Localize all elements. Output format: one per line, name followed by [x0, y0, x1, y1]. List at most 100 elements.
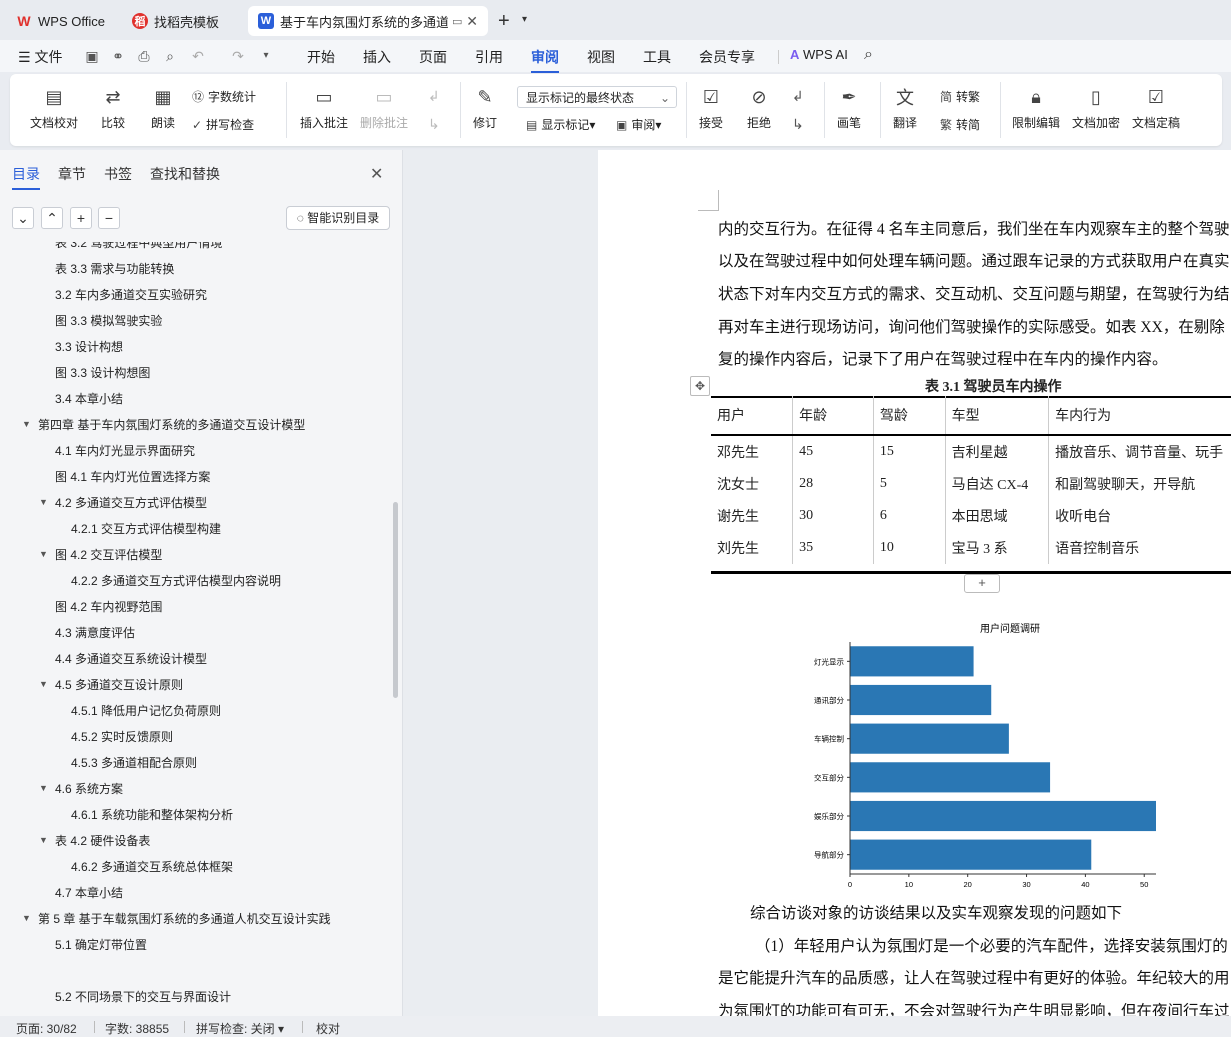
menu-tools[interactable]: 工具 — [643, 47, 671, 67]
pen-button[interactable]: ✒ 画笔 — [836, 84, 862, 131]
table-header-cell[interactable]: 车型 — [944, 396, 1049, 436]
table-cell[interactable]: 30 — [792, 500, 874, 532]
table-cell[interactable]: 刘先生 — [711, 532, 793, 564]
toc-item[interactable]: 图 3.3 模拟驾驶实验 — [55, 312, 162, 329]
menu-insert[interactable]: 插入 — [363, 47, 391, 67]
toc-item[interactable]: 4.2.1 交互方式评估模型构建 — [71, 520, 221, 537]
toc-item[interactable]: 4.7 本章小结 — [55, 884, 123, 901]
prev-change-icon[interactable]: ↲ — [792, 88, 804, 105]
menu-start[interactable]: 开始 — [307, 47, 335, 67]
new-tab-plus-icon[interactable]: + — [498, 10, 510, 33]
menu-review[interactable]: 审阅 — [531, 47, 559, 73]
table-cell[interactable]: 谢先生 — [711, 500, 793, 532]
toc-item[interactable]: 表 4.2 硬件设备表 — [55, 832, 150, 849]
translate-button[interactable]: 文翻译 — [892, 84, 918, 131]
table-cell[interactable]: 28 — [792, 468, 874, 500]
table-cell[interactable]: 6 — [872, 500, 946, 532]
tab-current-document[interactable]: W 基于车内氛围灯系统的多通道/ ▭ ✕ — [248, 6, 488, 36]
undo-icon[interactable]: ↶ — [190, 48, 206, 64]
collapse-down-icon[interactable]: ⌄ — [12, 207, 34, 229]
nav-tab-bookmarks[interactable]: 书签 — [104, 164, 132, 184]
prev-comment-icon[interactable]: ↲ — [428, 88, 440, 105]
close-tab-icon[interactable]: ✕ — [466, 13, 478, 30]
proofread-status[interactable]: 校对 — [316, 1020, 340, 1037]
table-cell[interactable]: 沈女士 — [711, 468, 793, 500]
proofread-button[interactable]: ▤ 文档校对 — [30, 84, 78, 131]
toc-expand-chevron-icon[interactable]: ▼ — [39, 835, 48, 845]
finalize-button[interactable]: ☑ 文档定稿 — [1132, 84, 1180, 131]
toc-item[interactable]: 4.5.1 降低用户记忆负荷原则 — [71, 702, 221, 719]
toc-scrollbar[interactable] — [393, 502, 398, 698]
delete-comment-button[interactable]: ▭ 删除批注 — [360, 84, 408, 131]
toc-item[interactable]: 4.6.1 系统功能和整体架构分析 — [71, 806, 233, 823]
accept-button[interactable]: ☑ 接受 — [698, 84, 724, 131]
toc-expand-chevron-icon[interactable]: ▼ — [39, 679, 48, 689]
table-move-handle-icon[interactable]: ✥ — [690, 376, 710, 396]
link-icon[interactable]: ⚭ — [110, 48, 126, 64]
remove-level-icon[interactable]: − — [98, 207, 120, 229]
toc-item[interactable]: 3.2 车内多通道交互实验研究 — [55, 286, 207, 303]
toc-item[interactable]: 3.4 本章小结 — [55, 390, 123, 407]
insert-comment-button[interactable]: ▭ 插入批注 — [300, 84, 348, 131]
toc-item[interactable]: 4.4 多通道交互系统设计模型 — [55, 650, 207, 667]
wps-ai-button[interactable]: A WPS AI — [790, 47, 848, 62]
tab-daoke-template[interactable]: 稻 找稻壳模板 — [122, 6, 242, 36]
print-preview-icon[interactable]: ⌕ — [162, 48, 178, 64]
search-icon[interactable]: ⌕ — [864, 46, 873, 64]
menu-member[interactable]: 会员专享 — [699, 47, 755, 67]
close-pane-icon[interactable]: ✕ — [370, 164, 383, 184]
table-cell[interactable]: 宝马 3 系 — [944, 532, 1049, 564]
table-header-cell[interactable]: 驾龄 — [872, 396, 946, 436]
spell-check-button[interactable]: ✓ 拼写检查 — [192, 116, 254, 133]
toc-item[interactable]: 5.1 确定灯带位置 — [55, 936, 147, 953]
toc-item[interactable]: 4.2 多通道交互方式评估模型 — [55, 494, 207, 511]
toc-item[interactable]: 4.3 满意度评估 — [55, 624, 135, 641]
toc-item[interactable]: 3.3 设计构想 — [55, 338, 123, 355]
toc-item[interactable]: 图 3.3 设计构想图 — [55, 364, 150, 381]
table-header-cell[interactable]: 年龄 — [792, 396, 874, 436]
toc-item[interactable]: 表 3.2 驾驶过程中典型用户情境 — [55, 242, 222, 251]
toc-item[interactable]: 4.6.2 多通道交互系统总体框架 — [71, 858, 233, 875]
toc-item[interactable]: 4.5 多通道交互设计原则 — [55, 676, 183, 693]
menu-page[interactable]: 页面 — [419, 47, 447, 67]
driver-operations-table[interactable]: 用户 年龄 驾龄 车型 车内行为 邓先生 45 15 吉利星越 播放音乐、调节音… — [711, 396, 1231, 564]
monitor-icon[interactable]: ▭ — [452, 15, 462, 28]
quick-access-chevron-down-icon[interactable]: ▾ — [258, 48, 274, 64]
menu-view[interactable]: 视图 — [587, 47, 615, 67]
toc-item[interactable]: 4.5.3 多通道相配合原则 — [71, 754, 197, 771]
table-cell[interactable]: 5 — [872, 468, 946, 500]
toc-item[interactable]: 5.2 不同场景下的交互与界面设计 — [55, 988, 231, 1005]
table-cell[interactable]: 和副驾驶聊天，开导航 — [1048, 468, 1231, 500]
read-aloud-button[interactable]: ▦ 朗读 — [150, 84, 176, 131]
smart-toc-button[interactable]: ◌ 智能识别目录 — [286, 206, 390, 230]
reject-button[interactable]: ⊘ 拒绝 — [746, 84, 772, 131]
file-menu[interactable]: ☰ 文件 — [18, 47, 62, 67]
next-change-icon[interactable]: ↳ — [792, 116, 804, 133]
toc-item[interactable]: 图 4.2 交互评估模型 — [55, 546, 162, 563]
table-cell[interactable]: 邓先生 — [711, 435, 793, 468]
toc-expand-chevron-icon[interactable]: ▼ — [22, 419, 31, 429]
toc-expand-chevron-icon[interactable]: ▼ — [39, 783, 48, 793]
toc-item[interactable]: 第 5 章 基于车载氛围灯系统的多通道人机交互设计实践 — [38, 910, 331, 927]
toc-item[interactable]: 表 3.3 需求与功能转换 — [55, 260, 174, 277]
word-count-button[interactable]: ⑫ 字数统计 — [192, 88, 256, 105]
tab-list-chevron-down-icon[interactable]: ▾ — [522, 14, 527, 25]
add-level-icon[interactable]: + — [70, 207, 92, 229]
table-cell[interactable]: 播放音乐、调节音量、玩手 — [1048, 435, 1231, 468]
track-changes-button[interactable]: ✎ 修订 — [472, 84, 498, 131]
add-table-row-button[interactable]: + — [964, 574, 1000, 593]
toc-item[interactable]: 图 4.2 车内视野范围 — [55, 598, 162, 615]
review-pane-button[interactable]: ▣ 审阅 ▾ — [616, 116, 661, 133]
nav-tab-find-replace[interactable]: 查找和替换 — [150, 164, 220, 184]
markup-state-dropdown[interactable]: 显示标记的最终状态 ⌄ — [517, 86, 677, 108]
redo-icon[interactable]: ↷ — [230, 48, 246, 64]
collapse-up-icon[interactable]: ⌃ — [41, 207, 63, 229]
compare-button[interactable]: ⇄ 比较 — [100, 84, 126, 131]
restrict-edit-button[interactable]: 🔒︎ 限制编辑 — [1012, 84, 1060, 131]
table-cell[interactable]: 10 — [872, 532, 946, 564]
toc-expand-chevron-icon[interactable]: ▼ — [39, 497, 48, 507]
toc-item[interactable]: 4.5.2 实时反馈原则 — [71, 728, 173, 745]
table-cell[interactable]: 15 — [872, 435, 946, 468]
table-header-cell[interactable]: 用户 — [711, 396, 793, 436]
spell-check-status[interactable]: 拼写检查: 关闭 ▾ — [196, 1020, 284, 1037]
